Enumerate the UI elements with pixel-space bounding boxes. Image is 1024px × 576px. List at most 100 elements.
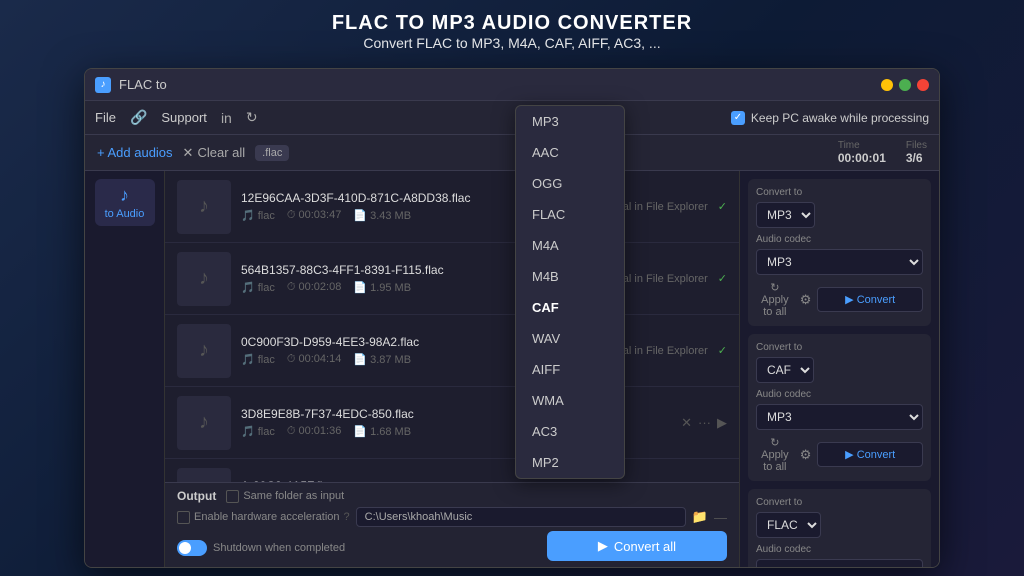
same-folder-checkbox[interactable] — [226, 490, 239, 503]
audio-codec-label: Audio codec — [756, 544, 923, 555]
apply-to-all-button[interactable]: ↻ Apply to all — [756, 436, 794, 473]
close-button[interactable] — [917, 79, 929, 91]
play-icon: ▶ — [598, 538, 608, 554]
keep-awake-checkbox[interactable]: ✓ — [731, 111, 745, 125]
app-icon: ♪ — [95, 77, 111, 93]
file-duration: ⏱ 00:01:36 — [287, 425, 341, 438]
collapse-icon[interactable]: — — [714, 510, 727, 525]
convert-button[interactable]: ▶ Convert — [817, 287, 923, 312]
dropdown-item[interactable]: AC3 — [516, 416, 624, 447]
file-name: 12E96CAA-3D3F-410D-871C-A8DD38.flac — [241, 191, 518, 205]
shutdown-toggle[interactable] — [177, 540, 207, 556]
settings-button[interactable]: ⚙ — [800, 447, 812, 463]
shutdown-label: Shutdown when completed — [213, 542, 345, 554]
minimize-button[interactable] — [881, 79, 893, 91]
add-audios-button[interactable]: + Add audios — [97, 145, 173, 160]
sidebar: ♪ to Audio — [85, 171, 165, 567]
dropdown-item[interactable]: CAF — [516, 292, 624, 323]
convert-item: Convert to MP3 Audio codec MP3 ↻ Apply t… — [748, 179, 931, 326]
format-select[interactable]: CAF — [756, 357, 814, 383]
music-icon: ♪ — [99, 185, 151, 206]
format-select[interactable]: MP3 — [756, 202, 815, 228]
convert-all-button[interactable]: ▶ Convert all — [547, 531, 727, 561]
convert-all-label: Convert all — [614, 539, 676, 554]
shutdown-toggle-row: Shutdown when completed — [177, 540, 537, 556]
settings-button[interactable]: ⚙ — [800, 292, 812, 308]
file-thumbnail: ♪ — [177, 324, 231, 378]
dropdown-item[interactable]: FLAC — [516, 199, 624, 230]
toggle-knob — [179, 542, 191, 554]
files-label: Files — [906, 140, 927, 151]
hw-accel-area: Enable hardware acceleration ? — [177, 511, 350, 524]
dropdown-item[interactable]: OGG — [516, 168, 624, 199]
codec-select[interactable]: MP3 — [756, 249, 923, 275]
format-dropdown: MP3AACOGGFLACM4AM4BCAFWAVAIFFWMAAC3MP2 — [515, 105, 625, 479]
codec-select[interactable]: MP3 — [756, 404, 923, 430]
file-format: 🎵 flac — [241, 425, 275, 438]
window-controls — [881, 79, 929, 91]
dropdown-item[interactable]: WAV — [516, 323, 624, 354]
menu-file[interactable]: File — [95, 110, 116, 125]
file-item: ♪ 12E96CAA-3D3F-410D-871C-A8DD38.flac 🎵 … — [165, 171, 739, 243]
refresh-icon: ↻ — [246, 109, 258, 126]
page-header: FLAC TO MP3 AUDIO CONVERTER Convert FLAC… — [0, 0, 1024, 59]
file-size: 📄 3.43 MB — [353, 209, 411, 222]
play-file-button[interactable]: ▶ — [717, 415, 727, 431]
time-label: Time — [838, 140, 886, 151]
apply-to-all-button[interactable]: ↻ Apply to all — [756, 281, 794, 318]
codec-select[interactable]: FLAC — [756, 559, 923, 567]
menu-support[interactable]: Support — [161, 110, 207, 125]
file-thumbnail: ♪ — [177, 396, 231, 450]
file-size: 📄 3.87 MB — [353, 353, 411, 366]
output-bar: Output Same folder as input Enable hardw… — [165, 482, 739, 567]
file-item: ♪ 3D8E9E8B-7F37-4EDC-850.flac 🎵 flac ⏱ 0… — [165, 387, 739, 459]
convert-to-label: Convert to — [756, 497, 923, 508]
file-thumbnail: ♪ — [177, 180, 231, 234]
time-stat: Time 00:00:01 — [838, 140, 886, 165]
main-content: ♪ to Audio ♪ 12E96CAA-3D3F-410D-871C-A8D… — [85, 171, 939, 567]
hw-accel-checkbox[interactable] — [177, 511, 190, 524]
more-options-button[interactable]: ··· — [698, 415, 711, 431]
file-size: 📄 1.68 MB — [353, 425, 411, 438]
convert-to-row: Convert to FLAC — [756, 497, 923, 538]
files-value: 3/6 — [906, 151, 923, 165]
check-icon: ✓ — [718, 344, 727, 357]
file-name: 0C900F3D-D959-4EE3-98A2.flac — [241, 335, 518, 349]
folder-browse-button[interactable]: 📁 — [692, 509, 708, 525]
keep-awake-area: ✓ Keep PC awake while processing — [731, 111, 929, 125]
page-title-line2: Convert FLAC to MP3, M4A, CAF, AIFF, AC3… — [0, 35, 1024, 51]
delete-file-button[interactable]: ✕ — [681, 415, 692, 431]
maximize-button[interactable] — [899, 79, 911, 91]
convert-item: Convert to CAF Audio codec MP3 ↻ Apply t… — [748, 334, 931, 481]
dropdown-item[interactable]: AAC — [516, 137, 624, 168]
format-badge: .flac — [255, 145, 289, 161]
files-stat: Files 3/6 — [906, 140, 927, 165]
dropdown-item[interactable]: AIFF — [516, 354, 624, 385]
dropdown-item[interactable]: MP3 — [516, 106, 624, 137]
dropdown-item[interactable]: WMA — [516, 385, 624, 416]
link-icon: 🔗 — [130, 109, 147, 126]
format-select[interactable]: FLAC — [756, 512, 821, 538]
dropdown-item[interactable]: M4B — [516, 261, 624, 292]
clear-all-button[interactable]: ✕ Clear all — [183, 145, 246, 161]
page-title-line1: FLAC TO MP3 AUDIO CONVERTER — [0, 12, 1024, 35]
check-icon: ✓ — [718, 272, 727, 285]
title-bar: ♪ FLAC to — [85, 69, 939, 101]
hw-accel-label: Enable hardware acceleration — [194, 511, 340, 523]
output-label: Output — [177, 489, 216, 503]
dropdown-item[interactable]: MP2 — [516, 447, 624, 478]
convert-to-label: Convert to — [756, 342, 923, 353]
apply-row: ↻ Apply to all ⚙ ▶ Convert — [756, 281, 923, 318]
convert-item: Convert to FLAC Audio codec FLAC ↻ Apply… — [748, 489, 931, 567]
output-row1: Output Same folder as input — [177, 489, 727, 503]
right-panel: Convert to MP3 Audio codec MP3 ↻ Apply t… — [739, 171, 939, 567]
output-path[interactable]: C:\Users\khoah\Music — [356, 507, 686, 527]
dropdown-item[interactable]: M4A — [516, 230, 624, 261]
file-list: ♪ 12E96CAA-3D3F-410D-871C-A8DD38.flac 🎵 … — [165, 171, 739, 567]
convert-button[interactable]: ▶ Convert — [817, 442, 923, 467]
app-window: ♪ FLAC to File 🔗 Support in ↻ ✓ Keep PC … — [84, 68, 940, 568]
sidebar-item-audio[interactable]: ♪ to Audio — [95, 179, 155, 226]
file-thumbnail: ♪ — [177, 252, 231, 306]
sidebar-label: to Audio — [105, 208, 145, 220]
convert-to-row: Convert to MP3 — [756, 187, 923, 228]
